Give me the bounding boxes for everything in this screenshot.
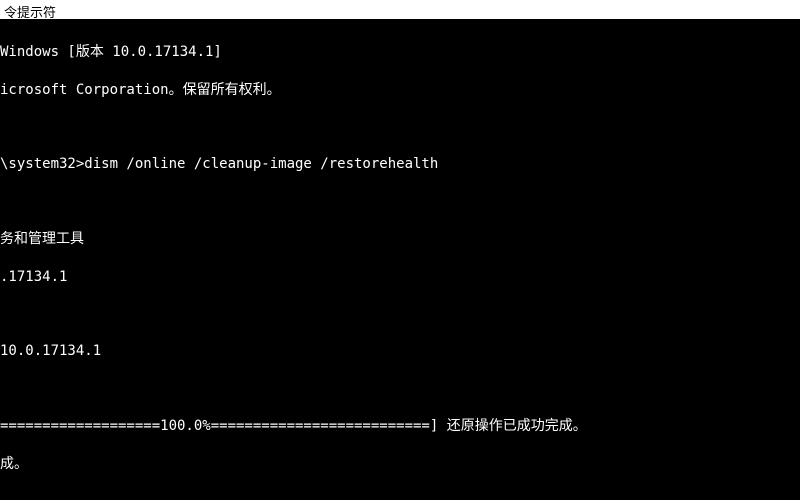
terminal-line: Windows [版本 10.0.17134.1] (0, 43, 800, 62)
terminal-prompt-line: \system32>dism /online /cleanup-image /r… (0, 155, 800, 174)
window-title: 令提示符 (4, 6, 56, 21)
progress-line: ===================100.0%===============… (0, 417, 800, 436)
terminal-line: 10.0.17134.1 (0, 342, 800, 361)
terminal-line: 成。 (0, 455, 800, 474)
terminal-line (0, 193, 800, 211)
terminal-line (0, 306, 800, 324)
terminal-output[interactable]: Windows [版本 10.0.17134.1] icrosoft Corpo… (0, 20, 800, 500)
terminal-line: .17134.1 (0, 268, 800, 287)
terminal-line (0, 380, 800, 398)
terminal-line (0, 493, 800, 500)
window-title-bar: 令提示符 (0, 0, 800, 20)
terminal-line: 务和管理工具 (0, 230, 800, 249)
terminal-line: icrosoft Corporation。保留所有权利。 (0, 81, 800, 100)
terminal-line (0, 118, 800, 136)
